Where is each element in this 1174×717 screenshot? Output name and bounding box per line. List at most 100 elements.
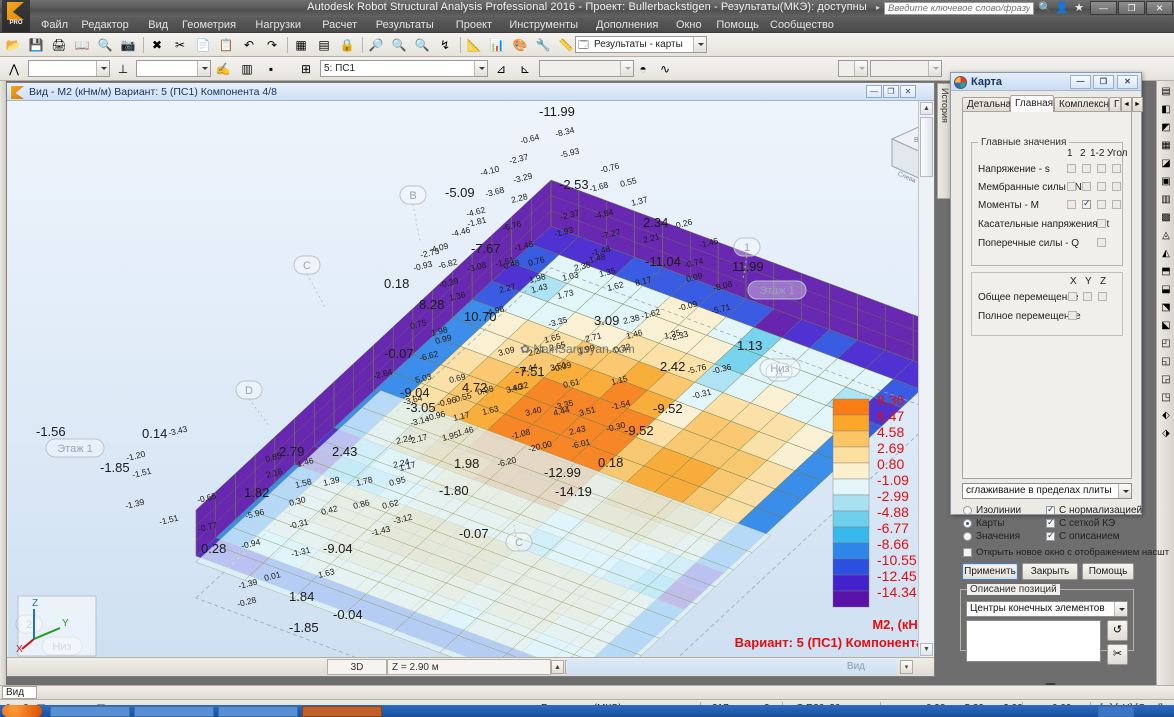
view-maximize-button[interactable]: ❐ [883,85,899,98]
signin-icon[interactable]: 👤 [1055,2,1069,15]
wrench-icon[interactable]: 🔧 [534,36,552,54]
view-tool-4-icon[interactable]: ▦ [1158,137,1174,153]
menu-item-дополнения[interactable]: Дополнения [591,18,663,32]
close-button[interactable]: ✕ [1146,1,1173,15]
dialog-maximize-button[interactable]: ❐ [1093,75,1114,89]
check-disp-z[interactable] [1098,292,1107,301]
save-icon[interactable]: 💾 [27,36,45,54]
check-stress-2[interactable] [1082,164,1091,173]
check-fe-mesh[interactable] [1046,517,1055,528]
taskbar-item-1[interactable] [50,706,130,717]
scroll-thumb[interactable] [920,117,933,177]
redo-icon[interactable]: ↷ [263,36,281,54]
refresh-arrow-icon[interactable]: ↺ [1107,620,1128,641]
filter-combo[interactable] [539,60,634,77]
view-tool-2-icon[interactable]: ◧ [1158,101,1174,117]
minimize-button[interactable]: — [1090,1,1117,15]
load-case-combo[interactable]: 5: ПС1 [320,60,488,77]
smoothing-combo[interactable]: сглаживание в пределах плиты [962,483,1132,499]
help-button[interactable]: Помощь [1082,563,1134,580]
zoom-window-icon[interactable]: 🔍 [413,36,431,54]
gray-square-icon[interactable]: ▪ [262,60,280,78]
check-total-displacement[interactable] [1068,311,1077,320]
view-tool-11-icon[interactable]: ⬒ [1158,263,1174,279]
menu-item-сообщество[interactable]: Сообщество [765,18,839,32]
delete-x-icon[interactable]: ✖ [148,36,166,54]
view-vertical-scrollbar[interactable]: ▲ ▼ [918,101,933,657]
print-preview-icon[interactable]: 📖 [73,36,91,54]
scroll-down-arrow-icon[interactable]: ▼ [920,643,933,656]
menu-item-расчет[interactable]: Расчет [317,18,362,32]
selection-combo-2[interactable] [136,60,211,77]
check-moment-1-2[interactable] [1097,200,1106,209]
view-tool-1-icon[interactable]: ▤ [1158,83,1174,99]
node-query-icon[interactable]: ⋀ [5,60,23,78]
view-tool-6-icon[interactable]: ▣ [1158,173,1174,189]
zoom-icon[interactable]: 🔎 [367,36,385,54]
menu-item-файл[interactable]: Файл [36,18,73,32]
positions-combo[interactable]: Центры конечных элементов [966,601,1128,617]
radio-values[interactable] [963,532,972,541]
dialog-close-button[interactable]: ✕ [1117,75,1138,89]
check-membrane-1-2[interactable] [1097,182,1106,191]
view-tool-10-icon[interactable]: ◭ [1158,245,1174,261]
view-tool-15-icon[interactable]: ◰ [1158,335,1174,351]
z-up-button[interactable]: ▲ [551,660,564,674]
combo-arrow-icon[interactable] [693,37,706,52]
taskbar-item-2[interactable] [134,706,214,717]
view-tool-9-icon[interactable]: ◬ [1158,227,1174,243]
radio-maps[interactable] [963,519,972,528]
positions-listbox[interactable] [966,620,1101,662]
results-icon[interactable]: ⊿ [492,60,510,78]
check-tangential[interactable] [1097,219,1106,228]
binoculars-icon[interactable]: 🔍 [1038,2,1052,15]
tab-prev-arrow-icon[interactable]: ◄ [1121,97,1132,112]
view-tool-3-icon[interactable]: ◩ [1158,119,1174,135]
table-columns-icon[interactable]: ▤ [315,36,333,54]
check-disp-y[interactable] [1083,292,1092,301]
view-tool-7-icon[interactable]: ▥ [1158,191,1174,207]
radio-isolines[interactable] [963,506,972,515]
check-new-window[interactable] [963,548,972,557]
check-moment-1[interactable] [1067,200,1076,209]
cut-scissors-icon[interactable]: ✂ [171,36,189,54]
combo-arrow-icon[interactable] [1114,602,1127,616]
view-mode-cell[interactable]: 3D [327,659,387,675]
view-tool-5-icon[interactable]: ◪ [1158,155,1174,171]
maximize-button[interactable]: ❐ [1118,1,1145,15]
combo-arrow-icon[interactable] [96,61,109,76]
check-disp-x[interactable] [1068,292,1077,301]
favorites-star-icon[interactable]: ★ [1072,2,1086,15]
menu-item-проект[interactable]: Проект [451,18,497,32]
combo-arrow-icon[interactable] [854,61,867,76]
menu-item-редактор[interactable]: Редактор [76,18,133,32]
palette-icon[interactable]: ◓ [634,60,652,78]
view-tool-19-icon[interactable]: ⬖ [1158,407,1174,423]
check-moment-angle[interactable] [1112,200,1121,209]
check-membrane-2[interactable] [1082,182,1091,191]
menu-item-нагрузки[interactable]: Нагрузки [250,18,306,32]
combo-arrow-icon[interactable] [928,61,941,76]
combo-arrow-icon[interactable] [1118,484,1131,498]
view-slider-arrow[interactable]: ▾ [900,660,913,674]
model-canvas[interactable]: -11.99 -8.34 -0.64 -5.93 -2.37 -4.10 -3.29 -0.7… [8,101,919,657]
frame-icon[interactable]: ▥ [238,60,256,78]
selection-combo-1[interactable] [28,60,110,77]
results-diagram-icon[interactable]: ⊾ [516,60,534,78]
view-tool-18-icon[interactable]: ◳ [1158,389,1174,405]
menu-item-инструменты[interactable]: Инструменты [504,18,583,32]
menu-item-помощь[interactable]: Помощь [711,18,764,32]
view-tool-13-icon[interactable]: ⬔ [1158,299,1174,315]
view-close-button[interactable]: ✕ [900,85,916,98]
lock-icon[interactable]: 🔒 [338,36,356,54]
dialog-minimize-button[interactable]: — [1070,75,1091,89]
check-membrane-1[interactable] [1067,182,1076,191]
aux-combo-b[interactable] [870,60,942,77]
view-slider[interactable]: Вид [567,659,897,675]
colors-icon[interactable]: 🎨 [511,36,529,54]
menu-item-результаты[interactable]: Результаты [371,18,439,32]
screen-capture-icon[interactable]: 📷 [119,36,137,54]
pencil-ruler-icon[interactable]: 📏 [557,36,575,54]
load-case-icon[interactable]: ⊥ [114,60,132,78]
display-attributes-icon[interactable]: 📊 [488,36,506,54]
